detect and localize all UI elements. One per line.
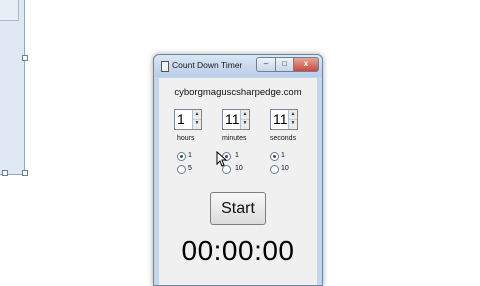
- minutes-label: minutes: [222, 135, 247, 142]
- title-bar[interactable]: Count Down Timer – □ x: [154, 55, 322, 77]
- app-icon: [161, 61, 169, 72]
- countdown-timer-window: Count Down Timer – □ x cyborgmaguscsharp…: [153, 54, 323, 286]
- resize-handle[interactable]: [22, 55, 28, 61]
- seconds-step-label-1: 1: [281, 152, 285, 159]
- minutes-spin-buttons: ▲ ▼: [240, 110, 249, 129]
- countdown-display: 00:00:00: [181, 235, 295, 266]
- start-button[interactable]: Start: [210, 192, 266, 225]
- minimize-button[interactable]: –: [256, 57, 276, 72]
- hours-spin-buttons: ▲ ▼: [192, 110, 201, 129]
- background-toolbar-strip: [0, 0, 19, 21]
- minutes-spinner[interactable]: 11 ▲ ▼: [222, 109, 250, 130]
- seconds-spin-buttons: ▲ ▼: [288, 110, 297, 129]
- window-title: Count Down Timer: [172, 60, 243, 70]
- hours-step-radio-5[interactable]: [177, 165, 186, 174]
- spin-down-icon[interactable]: ▼: [193, 119, 201, 128]
- seconds-label: seconds: [270, 135, 297, 142]
- background-designer-panel: [0, 0, 25, 175]
- site-label: cyborgmaguscsharpedge.com: [174, 87, 302, 98]
- seconds-step-radio-10[interactable]: [270, 165, 279, 174]
- window-client-area: cyborgmaguscsharpedge.com 1 ▲ ▼ hours 11…: [159, 78, 317, 285]
- seconds-step-label-10: 10: [281, 165, 289, 172]
- spin-down-icon[interactable]: ▼: [289, 119, 297, 128]
- minutes-value[interactable]: 11: [225, 111, 240, 127]
- close-button[interactable]: x: [293, 57, 319, 72]
- seconds-spinner[interactable]: 11 ▲ ▼: [270, 109, 298, 130]
- hours-spinner[interactable]: 1 ▲ ▼: [174, 109, 202, 130]
- minutes-step-label-10: 10: [235, 165, 243, 172]
- spin-down-icon[interactable]: ▼: [241, 119, 249, 128]
- hours-step-label-5: 5: [188, 165, 192, 172]
- hours-value[interactable]: 1: [177, 111, 185, 127]
- hours-label: hours: [177, 135, 195, 142]
- maximize-button[interactable]: □: [275, 57, 294, 72]
- hours-step-label-1: 1: [188, 152, 192, 159]
- seconds-step-radio-1[interactable]: [270, 152, 279, 161]
- mouse-cursor-icon: [216, 151, 228, 167]
- resize-handle[interactable]: [2, 170, 8, 176]
- resize-handle[interactable]: [22, 170, 28, 176]
- minutes-step-label-1: 1: [235, 152, 239, 159]
- seconds-value[interactable]: 11: [273, 111, 288, 127]
- hours-step-radio-1[interactable]: [177, 152, 186, 161]
